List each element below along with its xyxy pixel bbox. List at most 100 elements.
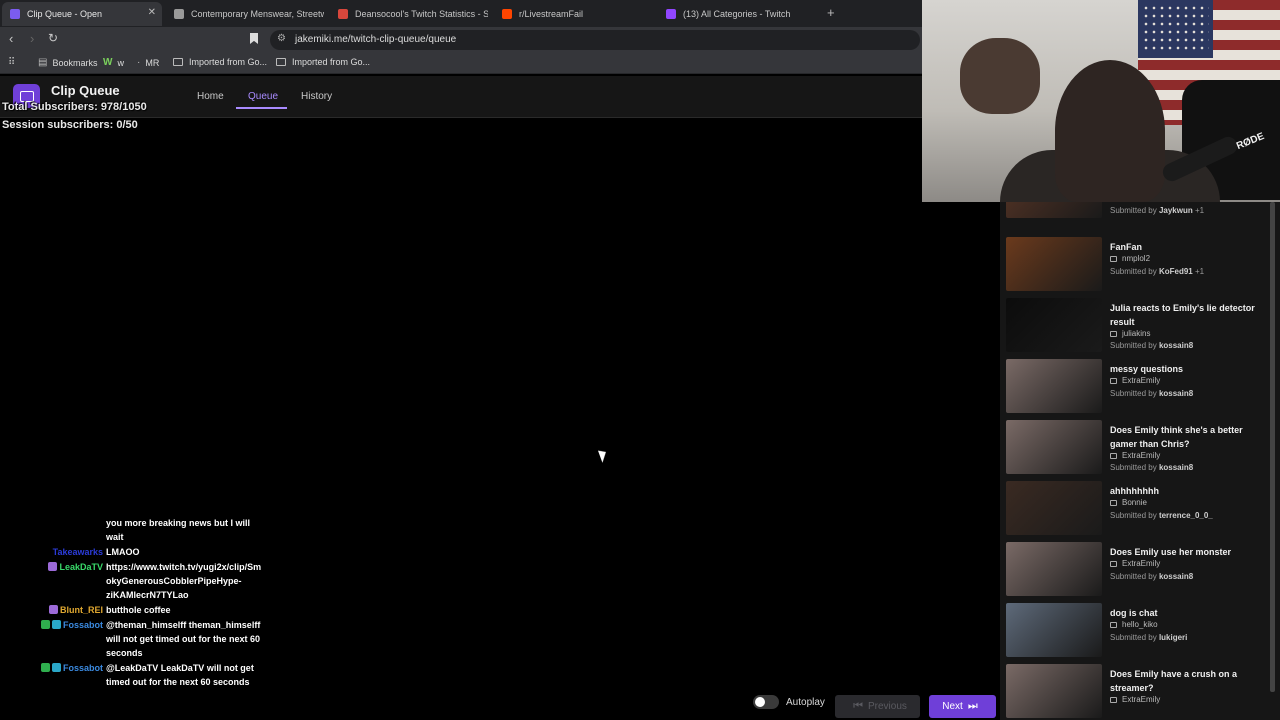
clip-channel: ExtraEmily — [1110, 559, 1160, 568]
verified-badge-icon — [51, 620, 61, 629]
nav-active-indicator — [236, 107, 287, 109]
apps-icon[interactable]: ⠿ — [8, 57, 20, 68]
screen: Clip Queue - Open ✕ Contemporary Menswea… — [0, 0, 1280, 720]
submitted-by: Submitted by kossain8 — [1110, 389, 1193, 398]
queue-item[interactable]: dog is chat hello_kiko Submitted by luki… — [1006, 603, 1271, 663]
submitter-name: KoFed91 — [1158, 267, 1193, 276]
next-button[interactable]: Next ⏭ — [929, 695, 996, 718]
folder-icon — [173, 58, 183, 66]
tab-title: Deansocool's Twitch Statistics - Socia — [355, 9, 488, 19]
clip-thumbnail — [1006, 359, 1102, 413]
clip-channel: juliakins — [1110, 329, 1150, 338]
bookmark-item[interactable]: Ww — [103, 57, 124, 68]
tab-favicon — [338, 9, 348, 19]
clip-title: Does Emily use her monster — [1110, 547, 1232, 557]
clip-queue-list: Submitted by Jaykwun +1 FanFan nmplol2 S… — [1000, 200, 1280, 720]
chat-text: https://www.twitch.tv/yugi2x/clip/SmokyG… — [106, 562, 262, 600]
submitted-prefix: Submitted by — [1110, 206, 1157, 215]
chat-username: Fossabot — [62, 663, 103, 673]
chat-text: @LeakDaTV LeakDaTV will not get timed ou… — [106, 663, 254, 687]
submitted-by: Submitted by lukigeri — [1110, 633, 1187, 642]
bookmark-folder[interactable]: Imported from Go... — [276, 57, 370, 67]
previous-button[interactable]: ⏮ Previous — [835, 695, 920, 718]
tab-twitch-categories[interactable]: (13) All Categories - Twitch — [658, 2, 818, 26]
queue-item[interactable]: Does Emily think she's a better gamer th… — [1006, 420, 1271, 480]
back-icon[interactable]: ‹ — [9, 31, 13, 46]
clip-thumbnail — [1006, 420, 1102, 474]
tab-menswear[interactable]: Contemporary Menswear, Streetwear — [166, 2, 324, 26]
nav-queue[interactable]: Queue — [248, 91, 278, 102]
clip-channel: hello_kiko — [1110, 620, 1158, 629]
clip-thumbnail — [1006, 237, 1102, 291]
tab-title: (13) All Categories - Twitch — [683, 9, 791, 19]
autoplay-label: Autoplay — [786, 697, 825, 708]
channel-icon — [1110, 697, 1117, 703]
queue-scrollbar[interactable] — [1270, 202, 1275, 692]
bookmark-folder[interactable]: Imported from Go... — [173, 57, 267, 67]
next-label: Next — [942, 701, 963, 712]
channel-icon — [1110, 331, 1117, 337]
bookmarks-icon: ▤ — [38, 57, 48, 68]
channel-name: ExtraEmily — [1122, 559, 1161, 568]
tab-livestreamfail[interactable]: r/LivestreamFail — [494, 2, 652, 26]
nav-history[interactable]: History — [301, 91, 332, 102]
clip-thumbnail — [1006, 603, 1102, 657]
chat-message: Blunt_REI butthole coffee — [20, 603, 270, 617]
submitter-extra: +1 — [1194, 206, 1205, 215]
tab-favicon — [502, 9, 512, 19]
forward-icon[interactable]: › — [30, 31, 34, 46]
submitter-name: kossain8 — [1158, 572, 1194, 581]
queue-item[interactable]: Does Emily use her monster ExtraEmily Su… — [1006, 542, 1271, 602]
nav-home[interactable]: Home — [197, 91, 224, 102]
moderator-badge-icon — [40, 663, 50, 672]
clip-title: Does Emily think she's a better gamer th… — [1110, 425, 1243, 449]
w-icon: W — [103, 57, 113, 68]
submitted-by: Submitted by KoFed91 +1 — [1110, 267, 1204, 276]
reload-icon[interactable]: ↻ — [48, 31, 58, 45]
tab-twitch-stats[interactable]: Deansocool's Twitch Statistics - Socia — [330, 2, 488, 26]
bookmark-item[interactable]: · MR — [137, 57, 159, 68]
chat-username: Blunt_REI — [59, 605, 103, 615]
mr-icon: · — [137, 57, 141, 68]
submitted-prefix: Submitted by — [1110, 511, 1157, 520]
folder-icon — [276, 58, 286, 66]
site-info-icon[interactable]: ⚙ — [277, 33, 286, 44]
submitter-name: kossain8 — [1158, 389, 1194, 398]
submitted-prefix: Submitted by — [1110, 389, 1157, 398]
next-icon: ⏭ — [967, 700, 978, 712]
submitted-by: Submitted by Jaykwun +1 — [1110, 206, 1204, 215]
submitter-name: terrence_0_0_ — [1158, 511, 1213, 520]
queue-item[interactable]: messy questions ExtraEmily Submitted by … — [1006, 359, 1271, 419]
channel-name: Bonnie — [1122, 498, 1147, 507]
channel-icon — [1110, 561, 1117, 567]
close-icon[interactable]: ✕ — [148, 7, 156, 18]
submitter-name: Jaykwun — [1158, 206, 1193, 215]
queue-item[interactable]: FanFan nmplol2 Submitted by KoFed91 +1 — [1006, 237, 1271, 297]
queue-item[interactable]: Does Emily have a crush on a streamer? E… — [1006, 664, 1271, 720]
queue-item[interactable]: Julia reacts to Emily's lie detector res… — [1006, 298, 1271, 358]
tab-title: Clip Queue - Open — [27, 9, 103, 19]
submitted-prefix: Submitted by — [1110, 463, 1157, 472]
address-bar[interactable]: ⚙ jakemiki.me/twitch-clip-queue/queue — [270, 30, 920, 50]
queue-item[interactable]: Submitted by Jaykwun +1 — [1006, 200, 1271, 224]
previous-label: Previous — [868, 701, 907, 712]
chat-username: LeakDaTV — [59, 562, 103, 572]
chat-text: LMAOO — [106, 547, 140, 557]
new-tab-icon[interactable]: + — [827, 5, 835, 20]
chat-username: Fossabot — [62, 620, 103, 630]
submitter-name: lukigeri — [1158, 633, 1188, 642]
stream-chat-overlay: you more breaking news but I will wait T… — [20, 516, 270, 690]
moderator-badge-icon — [40, 620, 50, 629]
channel-name: hello_kiko — [1122, 620, 1158, 629]
tab-clip-queue[interactable]: Clip Queue - Open ✕ — [2, 2, 162, 26]
autoplay-toggle[interactable] — [753, 695, 779, 709]
clip-channel: nmplol2 — [1110, 254, 1150, 263]
browser-tab-strip: Clip Queue - Open ✕ Contemporary Menswea… — [0, 0, 922, 27]
submitted-by: Submitted by kossain8 — [1110, 341, 1193, 350]
total-subscribers-counter: Total Subscribers: 978/1050 — [2, 101, 147, 113]
app-title: Clip Queue — [51, 83, 120, 98]
channel-icon — [1110, 453, 1117, 459]
queue-item[interactable]: ahhhhhhhh Bonnie Submitted by terrence_0… — [1006, 481, 1271, 541]
chat-username: Takeawarks — [52, 547, 103, 557]
bookmark-item[interactable]: ▤ Bookmarks — [38, 57, 97, 68]
